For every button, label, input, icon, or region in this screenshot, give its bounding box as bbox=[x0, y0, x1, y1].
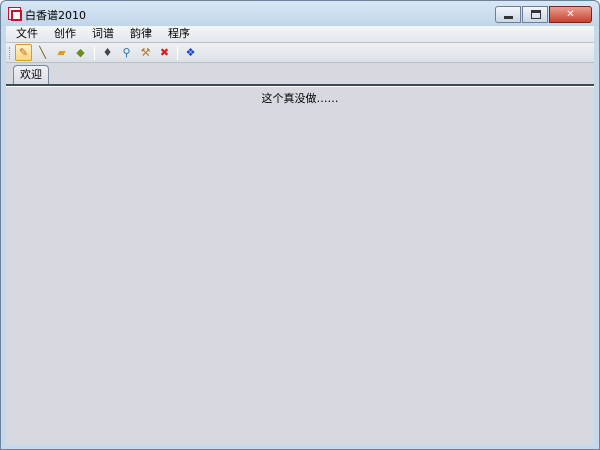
paw-icon: ❖ bbox=[185, 46, 196, 59]
close-icon: ✕ bbox=[566, 9, 575, 20]
delete-button[interactable]: ✖ bbox=[156, 44, 173, 61]
open-button[interactable]: ▰ bbox=[53, 44, 70, 61]
menu-bar: 文件 创作 词谱 韵律 程序 bbox=[6, 26, 594, 42]
menu-file[interactable]: 文件 bbox=[6, 26, 46, 42]
app-window: 白香谱2010 ✕ 文件 创作 词谱 韵律 程序 ✎ ╲ ▰ ◆ ♦ ⚲ ⚒ ✖… bbox=[0, 0, 600, 450]
window-controls: ✕ bbox=[494, 6, 592, 23]
tab-strip: 欢迎 bbox=[6, 64, 594, 84]
folder-open-icon: ▰ bbox=[57, 46, 66, 59]
search-icon: ⚲ bbox=[122, 46, 131, 59]
pencil-button[interactable]: ✎ bbox=[15, 44, 32, 61]
pen-button[interactable]: ♦ bbox=[99, 44, 116, 61]
tab-welcome[interactable]: 欢迎 bbox=[13, 65, 49, 84]
baidu-button[interactable]: ❖ bbox=[182, 44, 199, 61]
save-button[interactable]: ◆ bbox=[72, 44, 89, 61]
search-button[interactable]: ⚲ bbox=[118, 44, 135, 61]
brush-icon: ╲ bbox=[39, 46, 46, 59]
pen-nib-icon: ♦ bbox=[102, 46, 113, 59]
client-area: 文件 创作 词谱 韵律 程序 ✎ ╲ ▰ ◆ ♦ ⚲ ⚒ ✖ ❖ 欢迎 这个真没… bbox=[6, 26, 594, 445]
tab-content: 这个真没做…… bbox=[6, 87, 594, 445]
pencil-icon: ✎ bbox=[18, 46, 29, 59]
title-bar[interactable]: 白香谱2010 ✕ bbox=[1, 1, 599, 26]
menu-create[interactable]: 创作 bbox=[46, 26, 84, 42]
menu-ci-score[interactable]: 词谱 bbox=[84, 26, 122, 42]
menu-program[interactable]: 程序 bbox=[160, 26, 198, 42]
minimize-button[interactable] bbox=[495, 6, 521, 23]
toolbar-separator bbox=[94, 46, 95, 60]
app-logo-icon[interactable] bbox=[8, 7, 22, 21]
minimize-icon bbox=[504, 16, 513, 19]
menu-rhyme[interactable]: 韵律 bbox=[122, 26, 160, 42]
maximize-button[interactable] bbox=[522, 6, 548, 23]
tools-icon: ⚒ bbox=[140, 46, 151, 59]
tools-button[interactable]: ⚒ bbox=[137, 44, 154, 61]
toolbar: ✎ ╲ ▰ ◆ ♦ ⚲ ⚒ ✖ ❖ bbox=[6, 42, 594, 63]
window-title: 白香谱2010 bbox=[25, 9, 86, 22]
brush-button[interactable]: ╲ bbox=[34, 44, 51, 61]
close-button[interactable]: ✕ bbox=[549, 6, 592, 23]
save-icon: ◆ bbox=[76, 46, 85, 59]
toolbar-separator bbox=[177, 46, 178, 60]
maximize-icon bbox=[531, 10, 541, 19]
delete-icon: ✖ bbox=[159, 46, 170, 59]
toolbar-grip[interactable] bbox=[9, 47, 12, 59]
welcome-message: 这个真没做…… bbox=[261, 92, 339, 105]
